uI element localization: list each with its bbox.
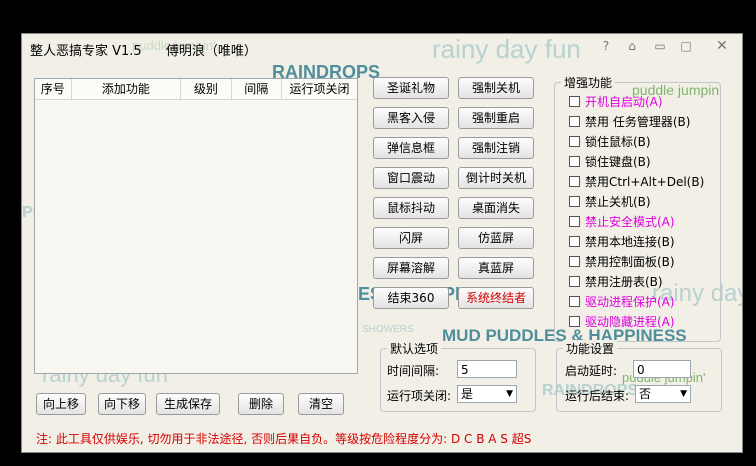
end-after-run-label: 运行后结束:	[565, 389, 630, 403]
checkbox[interactable]	[569, 215, 580, 227]
enhance-item-lock-mouse[interactable]: 锁住鼠标(B)	[569, 132, 651, 150]
enhance-item-disable-network[interactable]: 禁用本地连接(B)	[569, 232, 675, 250]
enhance-item-disable-cad[interactable]: 禁用Ctrl+Alt+Del(B)	[569, 172, 704, 190]
end-360-button[interactable]: 结束360	[373, 287, 449, 309]
hacker-intrusion-button[interactable]: 黑客入侵	[373, 107, 449, 129]
enhance-item-disable-shutdown[interactable]: 禁止关机(B)	[569, 192, 651, 210]
chevron-down-icon[interactable]: ▼	[680, 386, 687, 402]
enhance-item-autostart[interactable]: 开机自启动(A)	[569, 92, 663, 110]
checkbox[interactable]	[569, 95, 580, 107]
close-icon[interactable]: ✕	[714, 39, 730, 53]
column-header[interactable]: 序号	[35, 79, 72, 99]
enhance-label: 禁用Ctrl+Alt+Del(B)	[585, 174, 705, 189]
column-header[interactable]: 运行项关闭	[282, 79, 357, 99]
enhance-label: 禁用控制面板(B)	[585, 254, 675, 269]
minimize-icon[interactable]: ▭	[652, 39, 668, 53]
window-shake-button[interactable]: 窗口震动	[373, 167, 449, 189]
generate-save-button[interactable]: 生成保存	[156, 393, 220, 415]
list-header: 序号 添加功能 级别 间隔 运行项关闭	[35, 79, 357, 100]
checkbox[interactable]	[569, 255, 580, 267]
message-box-button[interactable]: 弹信息框	[373, 137, 449, 159]
enhance-item-driver-hide[interactable]: 驱动隐藏进程(A)	[569, 312, 675, 330]
enhance-label: 禁止安全模式(A)	[585, 214, 675, 229]
enhance-label: 禁用本地连接(B)	[585, 234, 675, 249]
enhance-label: 禁用注册表(B)	[585, 274, 663, 289]
window-title: 整人恶搞专家 V1.5 傅明浪（唯唯）	[30, 40, 257, 59]
feature-list[interactable]: 序号 添加功能 级别 间隔 运行项关闭	[34, 78, 358, 374]
default-options-group: 默认选项 时间间隔: 5 运行项关闭: 是 ▼	[380, 340, 536, 412]
settings-group: 功能设置 启动延时: 0 运行后结束: 否 ▼	[556, 340, 722, 412]
app-author: 傅明浪（唯唯）	[165, 44, 257, 59]
enhance-label: 禁止关机(B)	[585, 194, 651, 209]
settings-title: 功能设置	[563, 340, 618, 357]
enhance-item-disable-taskmgr[interactable]: 禁用 任务管理器(B)	[569, 112, 690, 130]
system-terminator-button[interactable]: 系统终结者	[458, 287, 534, 309]
clear-button[interactable]: 清空	[298, 393, 344, 415]
checkbox[interactable]	[569, 115, 580, 127]
enhance-label: 开机自启动(A)	[585, 94, 663, 109]
end-after-run-select[interactable]: 否 ▼	[635, 385, 691, 403]
checkbox[interactable]	[569, 295, 580, 307]
move-up-button[interactable]: 向上移	[36, 393, 86, 415]
disclaimer-note: 注: 此工具仅供娱乐, 切勿用于非法途径, 否则后果自负。等级按危险程度分为: …	[36, 432, 532, 446]
delay-input[interactable]: 0	[633, 360, 691, 378]
enhance-label: 锁住鼠标(B)	[585, 134, 651, 149]
end-after-run-value: 否	[639, 387, 652, 401]
maximize-icon[interactable]: □	[678, 39, 694, 53]
interval-label: 时间间隔:	[387, 364, 440, 378]
checkbox[interactable]	[569, 175, 580, 187]
enhance-item-disable-controlpanel[interactable]: 禁用控制面板(B)	[569, 252, 675, 270]
interval-input[interactable]: 5	[457, 360, 517, 378]
checkbox[interactable]	[569, 195, 580, 207]
enhance-label: 禁用 任务管理器(B)	[585, 114, 691, 129]
default-options-title: 默认选项	[387, 340, 442, 357]
enhance-group-title: 增强功能	[561, 74, 616, 91]
delete-button[interactable]: 删除	[238, 393, 284, 415]
enhance-item-lock-keyboard[interactable]: 锁住键盘(B)	[569, 152, 651, 170]
fake-bluescreen-button[interactable]: 仿蓝屏	[458, 227, 534, 249]
title-bar: 整人恶搞专家 V1.5 傅明浪（唯唯） ? ⌂ ▭ □ ✕	[22, 34, 742, 60]
skin-icon[interactable]: ⌂	[624, 39, 640, 53]
delay-label: 启动延时:	[565, 364, 618, 378]
checkbox[interactable]	[569, 155, 580, 167]
main-window: puddle jumpin' rainy day fun RAINDROPS p…	[22, 34, 742, 452]
enhance-label: 驱动进程保护(A)	[585, 294, 675, 309]
christmas-gift-button[interactable]: 圣诞礼物	[373, 77, 449, 99]
flash-screen-button[interactable]: 闪屏	[373, 227, 449, 249]
force-shutdown-button[interactable]: 强制关机	[458, 77, 534, 99]
enhance-item-driver-protect[interactable]: 驱动进程保护(A)	[569, 292, 675, 310]
checkbox[interactable]	[569, 235, 580, 247]
close-option-label: 运行项关闭:	[387, 389, 452, 403]
close-option-value: 是	[461, 387, 474, 401]
enhance-group: 增强功能 开机自启动(A) 禁用 任务管理器(B) 锁住鼠标(B) 锁住键盘(B…	[554, 74, 721, 342]
desktop-vanish-button[interactable]: 桌面消失	[458, 197, 534, 219]
enhance-label: 锁住键盘(B)	[585, 154, 651, 169]
mouse-shake-button[interactable]: 鼠标抖动	[373, 197, 449, 219]
checkbox[interactable]	[569, 315, 580, 327]
real-bluescreen-button[interactable]: 真蓝屏	[458, 257, 534, 279]
force-logoff-button[interactable]: 强制注销	[458, 137, 534, 159]
column-header[interactable]: 级别	[181, 79, 232, 99]
screen-melt-button[interactable]: 屏幕溶解	[373, 257, 449, 279]
force-restart-button[interactable]: 强制重启	[458, 107, 534, 129]
column-header[interactable]: 间隔	[232, 79, 282, 99]
checkbox[interactable]	[569, 275, 580, 287]
enhance-item-disable-registry[interactable]: 禁用注册表(B)	[569, 272, 663, 290]
move-down-button[interactable]: 向下移	[98, 393, 146, 415]
close-option-select[interactable]: 是 ▼	[457, 385, 517, 403]
enhance-label: 驱动隐藏进程(A)	[585, 314, 675, 329]
column-header[interactable]: 添加功能	[72, 79, 182, 99]
enhance-item-disable-safemode[interactable]: 禁止安全模式(A)	[569, 212, 675, 230]
countdown-shutdown-button[interactable]: 倒计时关机	[458, 167, 534, 189]
checkbox[interactable]	[569, 135, 580, 147]
help-icon[interactable]: ?	[598, 39, 614, 53]
app-name: 整人恶搞专家 V1.5	[30, 44, 142, 59]
chevron-down-icon[interactable]: ▼	[506, 386, 513, 402]
